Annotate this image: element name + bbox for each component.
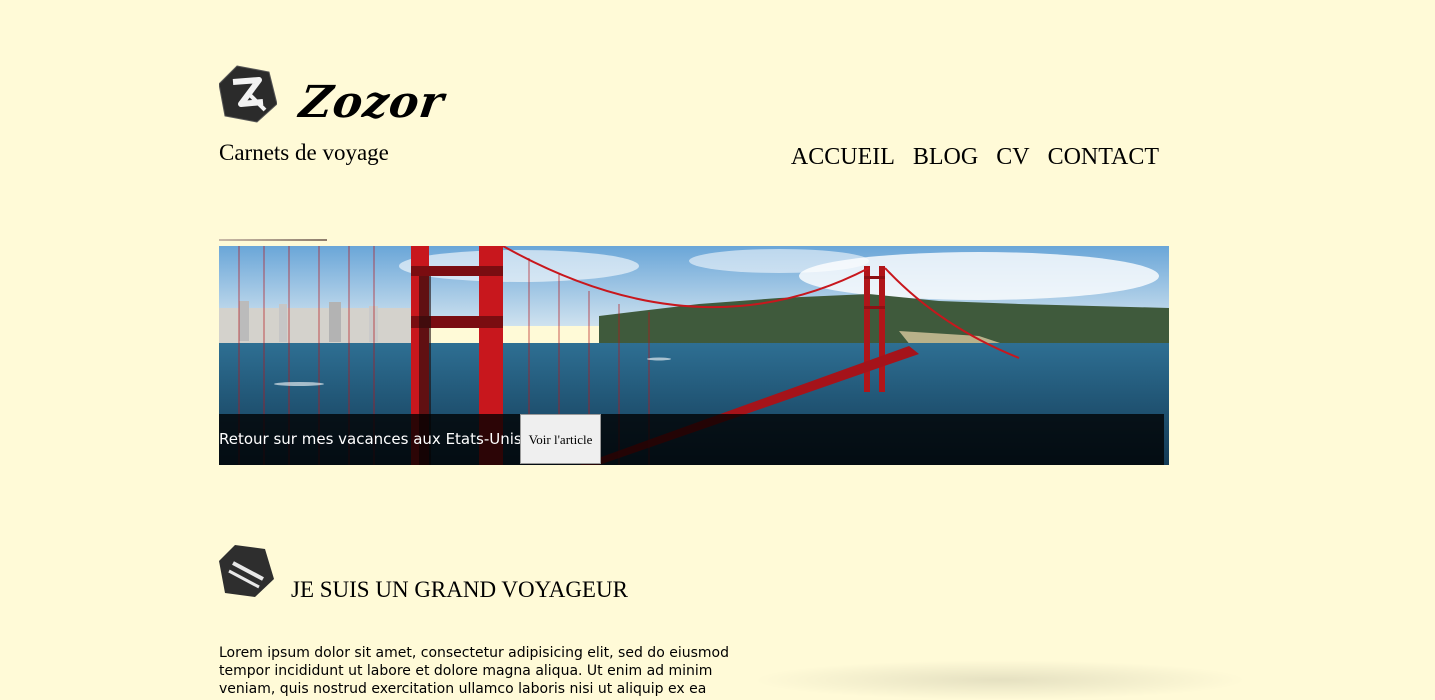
site-title[interactable]: Zozor: [296, 77, 447, 128]
nav-item-contact[interactable]: CONTACT: [1048, 144, 1159, 171]
featured-banner: Retour sur mes vacances aux Etats-Unis..…: [219, 246, 1169, 465]
section-body-text: Lorem ipsum dolor sit amet, consectetur …: [219, 645, 729, 697]
nav-item-blog[interactable]: BLOG: [913, 144, 978, 171]
nav-item-cv[interactable]: CV: [996, 144, 1029, 171]
zozor-logo-icon[interactable]: [219, 64, 277, 124]
site-header: Zozor Carnets de voyage ACCUEIL BLOG CV …: [219, 62, 1169, 182]
banner-caption: Retour sur mes vacances aux Etats-Unis..…: [219, 430, 537, 448]
site-tagline: Carnets de voyage: [219, 140, 389, 165]
section-title: JE SUIS UN GRAND VOYAGEUR: [291, 577, 628, 602]
read-article-button[interactable]: Voir l'article: [520, 414, 601, 464]
main-nav: ACCUEIL BLOG CV CONTACT: [791, 144, 1159, 171]
nav-item-accueil[interactable]: ACCUEIL: [791, 144, 895, 171]
divider-rule: [219, 239, 327, 241]
decorative-shadow: [750, 660, 1250, 700]
banner-caption-bar: Retour sur mes vacances aux Etats-Unis..…: [219, 414, 1164, 465]
suitcase-icon: [219, 545, 274, 597]
